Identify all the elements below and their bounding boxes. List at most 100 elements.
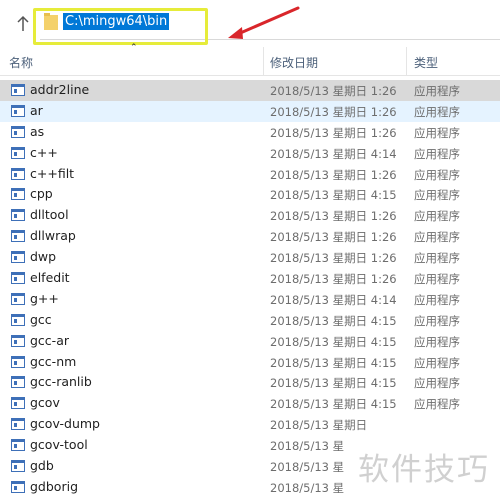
application-icon — [11, 125, 25, 138]
application-icon — [11, 397, 25, 410]
file-name: cpp — [30, 186, 53, 202]
file-name: dlltool — [30, 207, 69, 223]
file-name: dllwrap — [30, 228, 76, 244]
file-name: as — [30, 123, 45, 139]
file-type: 应用程序 — [414, 125, 460, 140]
file-date: 2018/5/13 星期日 4:14 — [270, 292, 397, 307]
file-row[interactable]: ar 2018/5/13 星期日 1:26 应用程序 — [0, 100, 500, 122]
application-icon — [11, 480, 25, 493]
application-icon — [11, 355, 25, 368]
file-row[interactable]: as 2018/5/13 星期日 1:26 应用程序 — [0, 122, 500, 143]
column-header: 名称 修改日期 类型 — [0, 47, 500, 76]
file-date: 2018/5/13 星期日 4:15 — [270, 376, 397, 391]
file-name: gcc — [30, 311, 52, 327]
file-name: gcc-ar — [30, 332, 69, 348]
file-date: 2018/5/13 星期日 4:14 — [270, 146, 397, 161]
header-type[interactable]: 类型 — [414, 54, 438, 71]
file-name: gcc-ranlib — [30, 374, 92, 390]
application-icon — [11, 439, 25, 452]
file-row[interactable]: gcc-ar 2018/5/13 星期日 4:15 应用程序 — [0, 331, 500, 352]
application-icon — [11, 167, 25, 180]
file-type: 应用程序 — [414, 104, 460, 119]
file-date: 2018/5/13 星期日 1:26 — [270, 251, 397, 266]
application-icon — [11, 230, 25, 243]
header-date[interactable]: 修改日期 — [270, 54, 318, 71]
file-name: g++ — [30, 290, 59, 306]
file-type: 应用程序 — [414, 376, 460, 391]
application-icon — [11, 84, 25, 96]
file-type: 应用程序 — [414, 84, 460, 98]
application-icon — [11, 146, 25, 159]
file-type: 应用程序 — [414, 188, 460, 203]
file-row[interactable]: elfedit 2018/5/13 星期日 1:26 应用程序 — [0, 268, 500, 289]
application-icon — [11, 188, 25, 201]
file-type: 应用程序 — [414, 230, 460, 245]
header-name[interactable]: 名称 — [9, 54, 33, 71]
file-name: gcov — [30, 395, 60, 411]
file-date: 2018/5/13 星 — [270, 439, 345, 454]
file-row[interactable]: dlltool 2018/5/13 星期日 1:26 应用程序 — [0, 205, 500, 226]
file-date: 2018/5/13 星期日 1:26 — [270, 104, 397, 119]
file-date: 2018/5/13 星期日 4:15 — [270, 313, 397, 328]
application-icon — [11, 209, 25, 222]
file-date: 2018/5/13 星期日 1:26 — [270, 209, 397, 224]
red-arrow-icon — [228, 6, 300, 39]
file-row[interactable]: c++ 2018/5/13 星期日 4:14 应用程序 — [0, 143, 500, 164]
file-row[interactable]: dllwrap 2018/5/13 星期日 1:26 应用程序 — [0, 226, 500, 247]
file-date: 2018/5/13 星期日 4:15 — [270, 397, 397, 412]
column-divider[interactable] — [406, 47, 407, 75]
file-name: c++filt — [30, 165, 75, 181]
file-type: 应用程序 — [414, 334, 460, 349]
file-date: 2018/5/13 星期日 1:26 — [270, 230, 397, 245]
file-row[interactable]: gcc-ranlib 2018/5/13 星期日 4:15 应用程序 — [0, 372, 500, 393]
application-icon — [11, 376, 25, 389]
file-row[interactable]: gcov-tool 2018/5/13 星 — [0, 435, 500, 456]
file-date: 2018/5/13 星期日 4:15 — [270, 334, 397, 349]
file-type: 应用程序 — [414, 167, 460, 182]
application-icon — [11, 292, 25, 305]
file-list: addr2line 2018/5/13 星期日 1:26 应用程序 ar 201… — [0, 80, 500, 498]
file-row[interactable]: gcc-nm 2018/5/13 星期日 4:15 应用程序 — [0, 352, 500, 373]
back-icon[interactable] — [0, 14, 10, 34]
file-name: gcc-nm — [30, 353, 77, 369]
file-type: 应用程序 — [414, 146, 460, 161]
file-row[interactable]: gdborig 2018/5/13 星 — [0, 477, 500, 498]
file-date: 2018/5/13 星期日 4:15 — [270, 355, 397, 370]
file-type: 应用程序 — [414, 355, 460, 370]
file-row[interactable]: gdb 2018/5/13 星 — [0, 456, 500, 477]
up-arrow-icon[interactable] — [16, 14, 30, 34]
application-icon — [11, 272, 25, 285]
file-date: 2018/5/13 星期日 — [270, 418, 368, 433]
column-divider[interactable] — [263, 47, 264, 75]
file-type: 应用程序 — [414, 272, 460, 287]
address-row: C:\mingw64\bin ⌃ — [0, 0, 500, 53]
highlight-box — [33, 8, 208, 45]
file-date: 2018/5/13 星期日 4:15 — [270, 188, 397, 203]
file-row[interactable]: c++filt 2018/5/13 星期日 1:26 应用程序 — [0, 164, 500, 185]
file-name: c++ — [30, 144, 58, 160]
file-date: 2018/5/13 星 — [270, 480, 345, 495]
file-name: dwp — [30, 249, 57, 265]
file-type: 应用程序 — [414, 313, 460, 328]
file-date: 2018/5/13 星 — [270, 460, 345, 475]
file-name: gcov-tool — [30, 437, 88, 453]
file-date: 2018/5/13 星期日 1:26 — [270, 125, 397, 140]
file-date: 2018/5/13 星期日 1:26 — [270, 167, 397, 182]
file-name: addr2line — [30, 82, 90, 97]
file-row[interactable]: gcc 2018/5/13 星期日 4:15 应用程序 — [0, 310, 500, 331]
file-row[interactable]: cpp 2018/5/13 星期日 4:15 应用程序 — [0, 184, 500, 205]
application-icon — [11, 334, 25, 347]
file-row[interactable]: addr2line 2018/5/13 星期日 1:26 应用程序 — [0, 80, 500, 101]
file-row[interactable]: gcov-dump 2018/5/13 星期日 — [0, 414, 500, 435]
file-row[interactable]: gcov 2018/5/13 星期日 4:15 应用程序 — [0, 393, 500, 414]
file-type: 应用程序 — [414, 397, 460, 412]
file-row[interactable]: dwp 2018/5/13 星期日 1:26 应用程序 — [0, 247, 500, 268]
file-type: 应用程序 — [414, 292, 460, 307]
file-date: 2018/5/13 星期日 1:26 — [270, 84, 397, 98]
file-name: elfedit — [30, 270, 70, 286]
application-icon — [11, 104, 25, 117]
file-date: 2018/5/13 星期日 1:26 — [270, 272, 397, 287]
application-icon — [11, 313, 25, 326]
file-row[interactable]: g++ 2018/5/13 星期日 4:14 应用程序 — [0, 289, 500, 310]
application-icon — [11, 460, 25, 473]
